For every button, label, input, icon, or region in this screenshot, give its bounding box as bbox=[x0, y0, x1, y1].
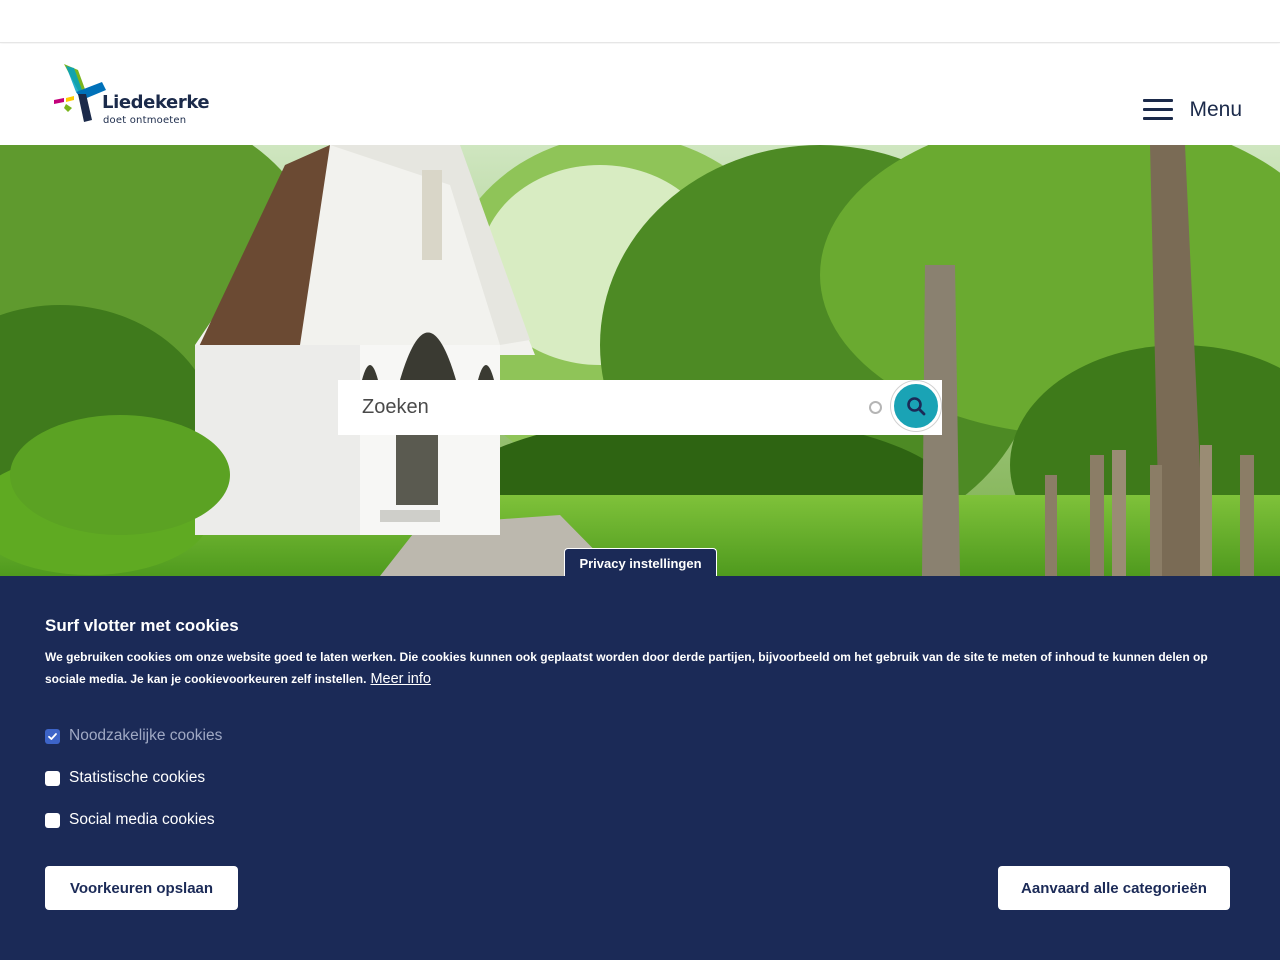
top-bar bbox=[0, 0, 1280, 43]
social-media-checkbox[interactable] bbox=[45, 812, 60, 828]
cookie-option-statistics[interactable]: Statistische cookies bbox=[45, 769, 205, 787]
statistics-checkbox[interactable] bbox=[45, 770, 60, 786]
search-icon bbox=[907, 397, 926, 416]
cookie-banner: Surf vlotter met cookies We gebruiken co… bbox=[0, 576, 1280, 960]
search-input[interactable] bbox=[338, 380, 858, 435]
hamburger-icon bbox=[1143, 99, 1174, 121]
necessary-label: Noodzakelijke cookies bbox=[69, 727, 223, 744]
hero-photo-chapel bbox=[0, 145, 1280, 576]
accept-all-button[interactable]: Aanvaard alle categorieën bbox=[998, 866, 1230, 910]
necessary-checkbox bbox=[45, 728, 60, 744]
loading-spinner-icon bbox=[869, 401, 882, 414]
cookie-banner-title: Surf vlotter met cookies bbox=[45, 616, 239, 635]
cookie-banner-text: We gebruiken cookies om onze website goe… bbox=[45, 646, 1235, 690]
social-media-label[interactable]: Social media cookies bbox=[69, 811, 215, 829]
statistics-label[interactable]: Statistische cookies bbox=[69, 769, 205, 787]
more-info-link[interactable]: Meer info bbox=[370, 671, 430, 687]
privacy-settings-tab[interactable]: Privacy instellingen bbox=[564, 548, 717, 577]
cookie-description: We gebruiken cookies om onze website goe… bbox=[45, 650, 1208, 686]
site-logo[interactable]: Liedekerke doet ontmoeten bbox=[52, 62, 210, 130]
search-bar bbox=[338, 380, 942, 435]
cookie-option-social-media[interactable]: Social media cookies bbox=[45, 811, 215, 829]
logo-mark-icon bbox=[54, 64, 106, 122]
checkmark-icon bbox=[48, 732, 57, 740]
cookie-option-necessary: Noodzakelijke cookies bbox=[45, 727, 222, 745]
logo-name: Liedekerke bbox=[102, 92, 210, 113]
site-header: Liedekerke doet ontmoeten Menu bbox=[0, 44, 1280, 145]
menu-button[interactable]: Menu bbox=[1143, 98, 1242, 122]
save-preferences-button[interactable]: Voorkeuren opslaan bbox=[45, 866, 238, 910]
hero-image bbox=[0, 145, 1280, 576]
logo-tagline: doet ontmoeten bbox=[103, 115, 187, 126]
search-button[interactable] bbox=[891, 381, 941, 431]
menu-label: Menu bbox=[1189, 98, 1242, 121]
